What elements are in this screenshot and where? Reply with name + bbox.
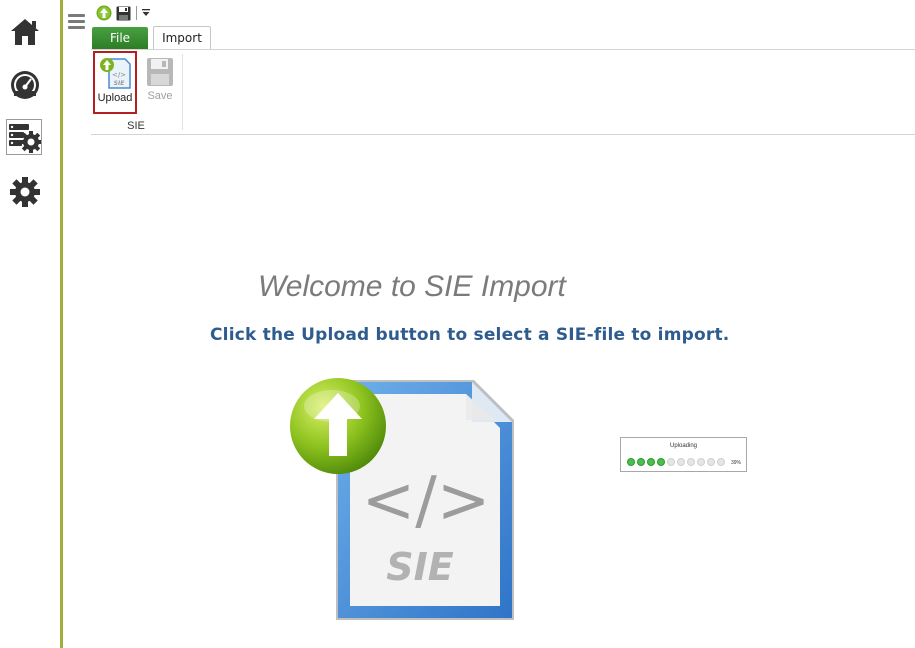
quick-access-toolbar: [96, 4, 150, 22]
welcome-title: Welcome to SIE Import: [258, 270, 566, 303]
sie-upload-illustration-icon: </> SIE: [290, 378, 514, 620]
sie-file-upload-icon: </> SIE: [100, 58, 131, 89]
progress-dot: [667, 458, 675, 466]
svg-text:</>: </>: [362, 464, 491, 538]
left-nav: [0, 0, 60, 648]
upload-progress-dots: [627, 458, 725, 466]
tab-file[interactable]: File: [92, 27, 148, 49]
tab-import[interactable]: Import: [153, 26, 211, 49]
progress-dot: [657, 458, 665, 466]
progress-dot: [717, 458, 725, 466]
chevron-down-icon[interactable]: [142, 8, 150, 18]
save-button-label: Save: [147, 90, 173, 102]
progress-dot: [707, 458, 715, 466]
menu-toggle-icon[interactable]: [68, 14, 85, 32]
upload-progress-percent: 39%: [730, 460, 741, 466]
save-icon[interactable]: [116, 6, 131, 21]
toolbar-separator: [136, 6, 137, 20]
progress-dot: [687, 458, 695, 466]
progress-dot: [647, 458, 655, 466]
progress-dot: [637, 458, 645, 466]
ribbon: </> SIE Upload Save SIE: [91, 49, 915, 135]
svg-text:</>: </>: [112, 71, 126, 79]
upload-progress-preview: Uploading 39%: [620, 437, 747, 472]
upload-progress-title: Uploading: [669, 443, 698, 449]
save-icon: [147, 58, 173, 86]
progress-dot: [627, 458, 635, 466]
progress-dot: [697, 458, 705, 466]
upload-icon[interactable]: [96, 5, 112, 21]
dashboard-icon[interactable]: [7, 67, 43, 103]
upload-button-label: Upload: [97, 92, 133, 104]
server-settings-icon[interactable]: [6, 119, 42, 155]
instruction-text: Click the Upload button to select a SIE-…: [210, 325, 730, 345]
progress-dot: [677, 458, 685, 466]
gear-icon[interactable]: [7, 174, 43, 210]
ribbon-group-label: SIE: [127, 120, 145, 132]
home-icon[interactable]: [7, 14, 43, 50]
big-icon-label: SIE: [386, 545, 454, 589]
upload-button[interactable]: </> SIE Upload: [93, 51, 137, 114]
nav-divider: [60, 0, 63, 648]
ribbon-group-separator: [182, 54, 183, 130]
save-button[interactable]: Save: [138, 51, 182, 114]
svg-text:SIE: SIE: [114, 80, 126, 87]
